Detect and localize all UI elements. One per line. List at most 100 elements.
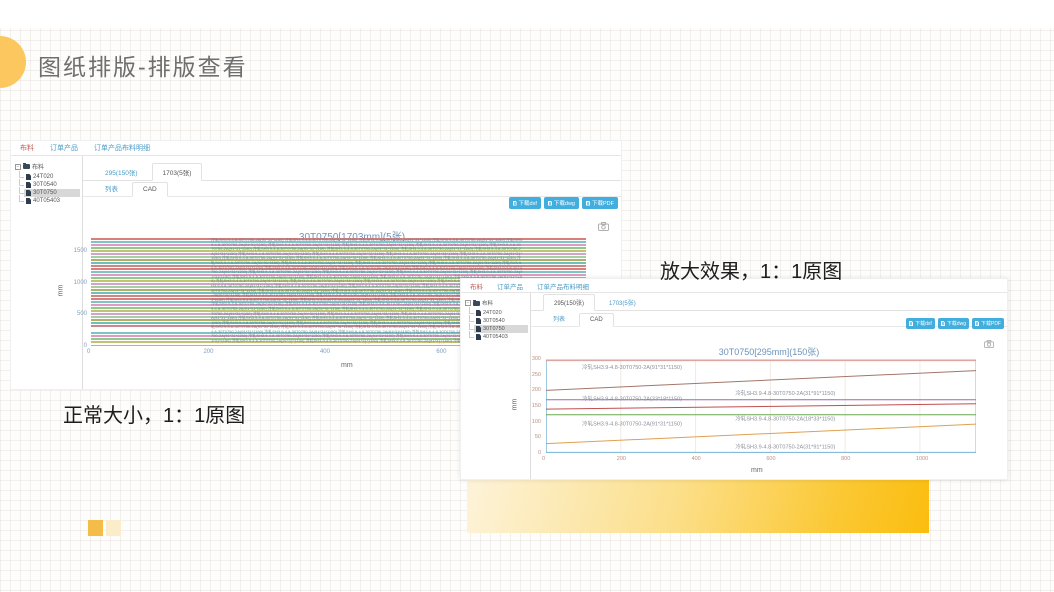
size-tab-1[interactable]: 1703(5张) (599, 295, 646, 310)
file-icon (26, 198, 31, 204)
tree-item-24T020[interactable]: 24T020 (24, 173, 80, 181)
line-chart-plot: 冷轧SH3.9-4.8-30T0750-2A(91*31*1150) 冷轧SH3.… (546, 359, 976, 453)
part-label: 冷轧SH3.9-4.8-30T0750-2A(31*91*1150) (735, 389, 835, 397)
download-buttons: 下载dxf 下载dwg 下载PDF (509, 197, 618, 209)
download-button-label: 下载PDF (981, 320, 1001, 327)
part-label: 冷轧SH3.9-4.8-30T0750-2A(33*18*1150) (582, 394, 682, 402)
x-tick-label: 400 (692, 456, 701, 462)
slide-canvas: 图纸排版-排版查看 布料订单产品订单产品布料明细 −布料24T02030T054… (0, 0, 1054, 592)
size-tabs: 295(150张) 1703(5张) (531, 293, 1007, 311)
download-button-0[interactable]: 下载dxf (906, 318, 935, 329)
tree-item-label: 24T020 (33, 174, 53, 180)
top-white-band (0, 0, 1054, 28)
view-tab-0[interactable]: 列表 (95, 180, 128, 196)
tree-root-row[interactable]: −布料 (465, 299, 528, 307)
y-tick-label: 100 (532, 419, 541, 425)
file-icon (26, 190, 31, 196)
file-download-icon (909, 321, 913, 326)
size-tab-0[interactable]: 295(150张) (95, 164, 148, 180)
folder-icon (23, 164, 30, 169)
download-button-1[interactable]: 下载dwg (938, 318, 969, 329)
part-label: 冷轧SH3.9-4.8-30T0750-2A(91*31*1150) (582, 419, 682, 427)
x-tick-label: 600 (436, 349, 446, 355)
file-download-icon (941, 321, 945, 326)
x-tick-label: 0 (542, 456, 545, 462)
y-axis-ticks: 050010001500 (65, 238, 89, 346)
y-tick-label: 1000 (74, 280, 87, 286)
tree-root-label: 布料 (32, 162, 44, 171)
deco-square-dark (88, 520, 103, 536)
file-icon (26, 174, 31, 180)
y-tick-label: 200 (532, 387, 541, 393)
y-tick-label: 250 (532, 372, 541, 378)
main-tab-0[interactable]: 布料 (470, 281, 483, 291)
tree-item-30T0750[interactable]: 30T0750 (474, 325, 528, 333)
tree-item-label: 30T0750 (33, 190, 57, 196)
y-tick-label: 500 (77, 311, 87, 317)
download-button-label: 下载dxf (519, 199, 537, 207)
download-button-0[interactable]: 下载dxf (509, 197, 541, 209)
x-axis-ticks: 02004006008001000 (546, 456, 976, 464)
x-tick-label: 400 (320, 349, 330, 355)
chart-title: 30T0750[295mm](150张) (531, 345, 1007, 358)
size-tab-0[interactable]: 295(150张) (543, 294, 595, 311)
series-line (546, 404, 976, 409)
download-button-label: 下载PDF (592, 199, 614, 207)
view-tab-0[interactable]: 列表 (543, 311, 575, 326)
view-tab-1[interactable]: CAD (579, 313, 614, 327)
main-tab-2[interactable]: 订单产品布料明细 (537, 281, 589, 291)
size-tab-1[interactable]: 1703(5张) (152, 163, 203, 181)
y-tick-label: 150 (532, 403, 541, 409)
x-tick-label: 600 (766, 456, 775, 462)
download-button-2[interactable]: 下载PDF (582, 197, 618, 209)
x-tick-label: 800 (841, 456, 850, 462)
x-tick-label: 200 (617, 456, 626, 462)
line-chart-svg: 冷轧SH3.9-4.8-30T0750-2A(91*31*1150) 冷轧SH3.… (546, 359, 976, 453)
y-axis-unit: mm (511, 399, 518, 411)
y-tick-label: 0 (538, 450, 541, 456)
tree-item-label: 30T0750 (483, 326, 505, 332)
tree-item-label: 30T0540 (483, 318, 505, 324)
tree-item-30T0540[interactable]: 30T0540 (474, 317, 528, 325)
main-tab-1[interactable]: 订单产品 (50, 143, 78, 153)
tree-item-40T05403[interactable]: 40T05403 (24, 197, 80, 205)
x-tick-label: 0 (87, 349, 90, 355)
file-icon (476, 318, 481, 324)
tree-item-30T0540[interactable]: 30T0540 (24, 181, 80, 189)
download-button-1[interactable]: 下载dwg (544, 197, 579, 209)
download-button-label: 下载dxf (915, 320, 932, 327)
part-label: 冷轧SH3.9-4.8-30T0750-2A(31*91*1150) (735, 443, 835, 451)
tree-item-label: 24T020 (483, 310, 502, 316)
app-window-zoomed: 布料 订单产品 订单产品布料明细 −布料 24T020 30T0540 30T0750 40… (460, 278, 1008, 480)
tree-item-label: 40T05403 (483, 334, 508, 340)
file-download-icon (513, 201, 517, 206)
file-icon (476, 334, 481, 340)
tree-root-row[interactable]: − 布料 (15, 162, 80, 171)
file-download-icon (975, 321, 979, 326)
x-tick-label: 1000 (916, 456, 928, 462)
y-axis-unit: mm (57, 285, 64, 297)
main-tab-1[interactable]: 订单产品 (497, 281, 523, 291)
download-button-2[interactable]: 下载PDF (972, 318, 1004, 329)
file-icon (476, 310, 481, 316)
tree-item-30T0750[interactable]: 30T0750 (24, 189, 80, 197)
view-tabs: 列表 CAD (83, 181, 621, 197)
part-label: 冷轧SH3.9-4.8-30T0750-2A(91*31*1150) (582, 363, 682, 371)
folder-icon (473, 301, 480, 306)
main-tab-0[interactable]: 布料 (20, 143, 34, 153)
tree-item-40T05403[interactable]: 40T05403 (474, 333, 528, 341)
y-tick-label: 300 (532, 356, 541, 362)
y-axis-ticks: 050100150200250300 (519, 359, 543, 453)
x-axis-unit: mm (341, 362, 353, 369)
view-tab-1[interactable]: CAD (132, 182, 168, 197)
caption-normal-size: 正常大小，1：1原图 (63, 399, 245, 428)
download-buttons: 下载dxf 下载dwg 下载PDF (906, 318, 1004, 329)
size-tabs: 295(150张)1703(5张) (83, 156, 621, 181)
tree-item-label: 40T05403 (33, 198, 60, 204)
y-tick-label: 1500 (74, 248, 87, 254)
collapse-minus-icon[interactable]: − (465, 300, 471, 306)
yellow-gradient-bar (467, 478, 929, 533)
tree-item-24T020[interactable]: 24T020 (474, 309, 528, 317)
collapse-minus-icon[interactable]: − (15, 164, 21, 170)
main-tab-2[interactable]: 订单产品布料明细 (94, 143, 150, 153)
